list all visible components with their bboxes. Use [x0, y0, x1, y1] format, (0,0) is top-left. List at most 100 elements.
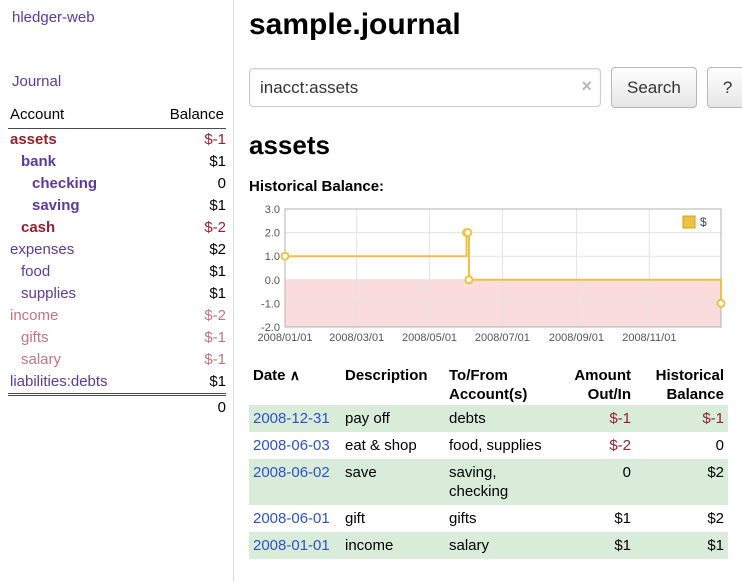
transaction-date-link[interactable]: 2008-01-01: [253, 537, 330, 554]
transaction-amount: $-1: [551, 405, 635, 432]
account-balance: $-1: [146, 327, 226, 349]
accounts-total-value: 0: [146, 395, 226, 420]
account-row: bank $1: [8, 151, 226, 173]
search-box: ×: [249, 68, 601, 107]
transaction-description: eat & shop: [341, 432, 445, 459]
account-row: checking 0: [8, 173, 226, 195]
register-header-description: Description: [341, 365, 445, 405]
account-balance: 0: [146, 173, 226, 195]
data-point: [718, 300, 725, 307]
transaction-accounts: debts: [445, 405, 551, 432]
account-link[interactable]: salary: [21, 351, 61, 369]
transaction-accounts: gifts: [445, 505, 551, 532]
data-point: [282, 253, 289, 260]
account-link[interactable]: saving: [32, 197, 80, 215]
account-link[interactable]: cash: [21, 219, 55, 237]
account-link[interactable]: food: [21, 263, 50, 281]
x-tick-label: 2008/03/01: [329, 332, 384, 344]
app-title-link[interactable]: hledger-web: [0, 9, 233, 26]
account-link[interactable]: liabilities:debts: [10, 373, 108, 391]
transaction-date-link[interactable]: 2008-12-31: [253, 410, 330, 427]
register-header-date[interactable]: Date ∧: [249, 365, 341, 405]
account-row: supplies$1: [8, 283, 226, 305]
transaction-date-cell: 2008-06-01: [249, 505, 341, 532]
search-input[interactable]: [249, 68, 601, 107]
search-bar: × Search ?: [249, 67, 742, 108]
register-header-row: Date ∧ Description To/From Account(s) Am…: [249, 365, 728, 405]
account-link[interactable]: gifts: [21, 329, 49, 347]
y-tick-label: -1.0: [261, 298, 280, 310]
help-button[interactable]: ?: [707, 67, 742, 108]
data-point: [464, 229, 471, 236]
transaction-accounts: salary: [445, 532, 551, 559]
account-balance: $1: [146, 195, 226, 217]
transaction-date-link[interactable]: 2008-06-01: [253, 510, 330, 527]
historical-balance-chart: 3.02.01.00.0-1.0-2.02008/01/012008/03/01…: [249, 201, 729, 351]
page-title: sample.journal: [249, 8, 742, 42]
accounts-header-row: Account Balance: [8, 106, 226, 129]
accounts-table: Account Balance assets $-1 bank $1 checking 0…: [8, 106, 226, 419]
transaction-balance: $-1: [635, 405, 728, 432]
account-balance: $-1: [146, 129, 226, 152]
transaction-accounts: food, supplies: [445, 432, 551, 459]
account-link[interactable]: expenses: [10, 241, 74, 259]
x-tick-label: 2008/09/01: [549, 332, 604, 344]
register-header-accounts: To/From Account(s): [445, 365, 551, 405]
legend-label: $: [700, 215, 707, 229]
y-tick-label: 2.0: [265, 228, 280, 240]
account-row: assets $-1: [8, 129, 226, 152]
y-tick-label: 3.0: [265, 204, 280, 216]
transaction-balance: $2: [635, 505, 728, 532]
register-row: 2008-06-02savesaving, checking0$2: [249, 459, 728, 505]
data-point: [465, 276, 472, 283]
account-balance: $1: [146, 151, 226, 173]
accounts-total-row: 0: [8, 395, 226, 420]
transaction-balance: 0: [635, 432, 728, 459]
account-row: income $-2: [8, 305, 226, 327]
sidebar-item-journal[interactable]: Journal: [0, 73, 233, 90]
transaction-amount: $1: [551, 532, 635, 559]
register-row: 2008-06-01giftgifts$1$2: [249, 505, 728, 532]
transaction-date-cell: 2008-06-02: [249, 459, 341, 505]
sort-ascending-icon: ∧: [290, 367, 300, 383]
accounts-total-spacer: [8, 395, 146, 420]
account-row: salary $-1: [8, 349, 226, 371]
accounts-body: assets$-1bank$1checking0saving$1cash$-2e…: [8, 129, 226, 395]
sidebar: hledger-web Journal Account Balance asse…: [0, 0, 234, 582]
transaction-date-cell: 2008-06-03: [249, 432, 341, 459]
transaction-description: pay off: [341, 405, 445, 432]
clear-search-icon[interactable]: ×: [581, 76, 592, 97]
legend-swatch: [683, 216, 695, 228]
account-row: cash $-2: [8, 217, 226, 239]
x-tick-label: 2008/11/01: [622, 332, 676, 344]
account-balance: $-2: [146, 217, 226, 239]
accounts-header-account: Account: [8, 106, 146, 129]
account-row: saving $1: [8, 195, 226, 217]
y-tick-label: 0.0: [265, 275, 280, 287]
account-link[interactable]: income: [10, 307, 58, 325]
accounts-header-balance: Balance: [146, 106, 226, 129]
x-tick-label: 2008/07/01: [475, 332, 530, 344]
account-balance: $1: [146, 371, 226, 395]
account-balance: $-1: [146, 349, 226, 371]
account-link[interactable]: supplies: [21, 285, 76, 303]
register-header-date-label: Date: [253, 367, 286, 384]
account-balance: $1: [146, 261, 226, 283]
x-tick-label: 2008/01/01: [257, 332, 312, 344]
account-balance: $-2: [146, 305, 226, 327]
register-header-amount: Amount Out/In: [551, 365, 635, 405]
search-button[interactable]: Search: [611, 67, 697, 108]
transaction-description: income: [341, 532, 445, 559]
account-link[interactable]: checking: [32, 175, 97, 193]
account-link[interactable]: bank: [21, 153, 56, 171]
transaction-date-link[interactable]: 2008-06-03: [253, 437, 330, 454]
transaction-date-cell: 2008-01-01: [249, 532, 341, 559]
transaction-amount: $-2: [551, 432, 635, 459]
account-link[interactable]: assets: [10, 131, 57, 149]
register-body: 2008-12-31pay offdebts$-1$-12008-06-03ea…: [249, 405, 728, 559]
transaction-date-link[interactable]: 2008-06-02: [253, 464, 330, 481]
account-row: expenses$2: [8, 239, 226, 261]
register-header-balance: Historical Balance: [635, 365, 728, 405]
transaction-amount: 0: [551, 459, 635, 505]
transaction-description: save: [341, 459, 445, 505]
